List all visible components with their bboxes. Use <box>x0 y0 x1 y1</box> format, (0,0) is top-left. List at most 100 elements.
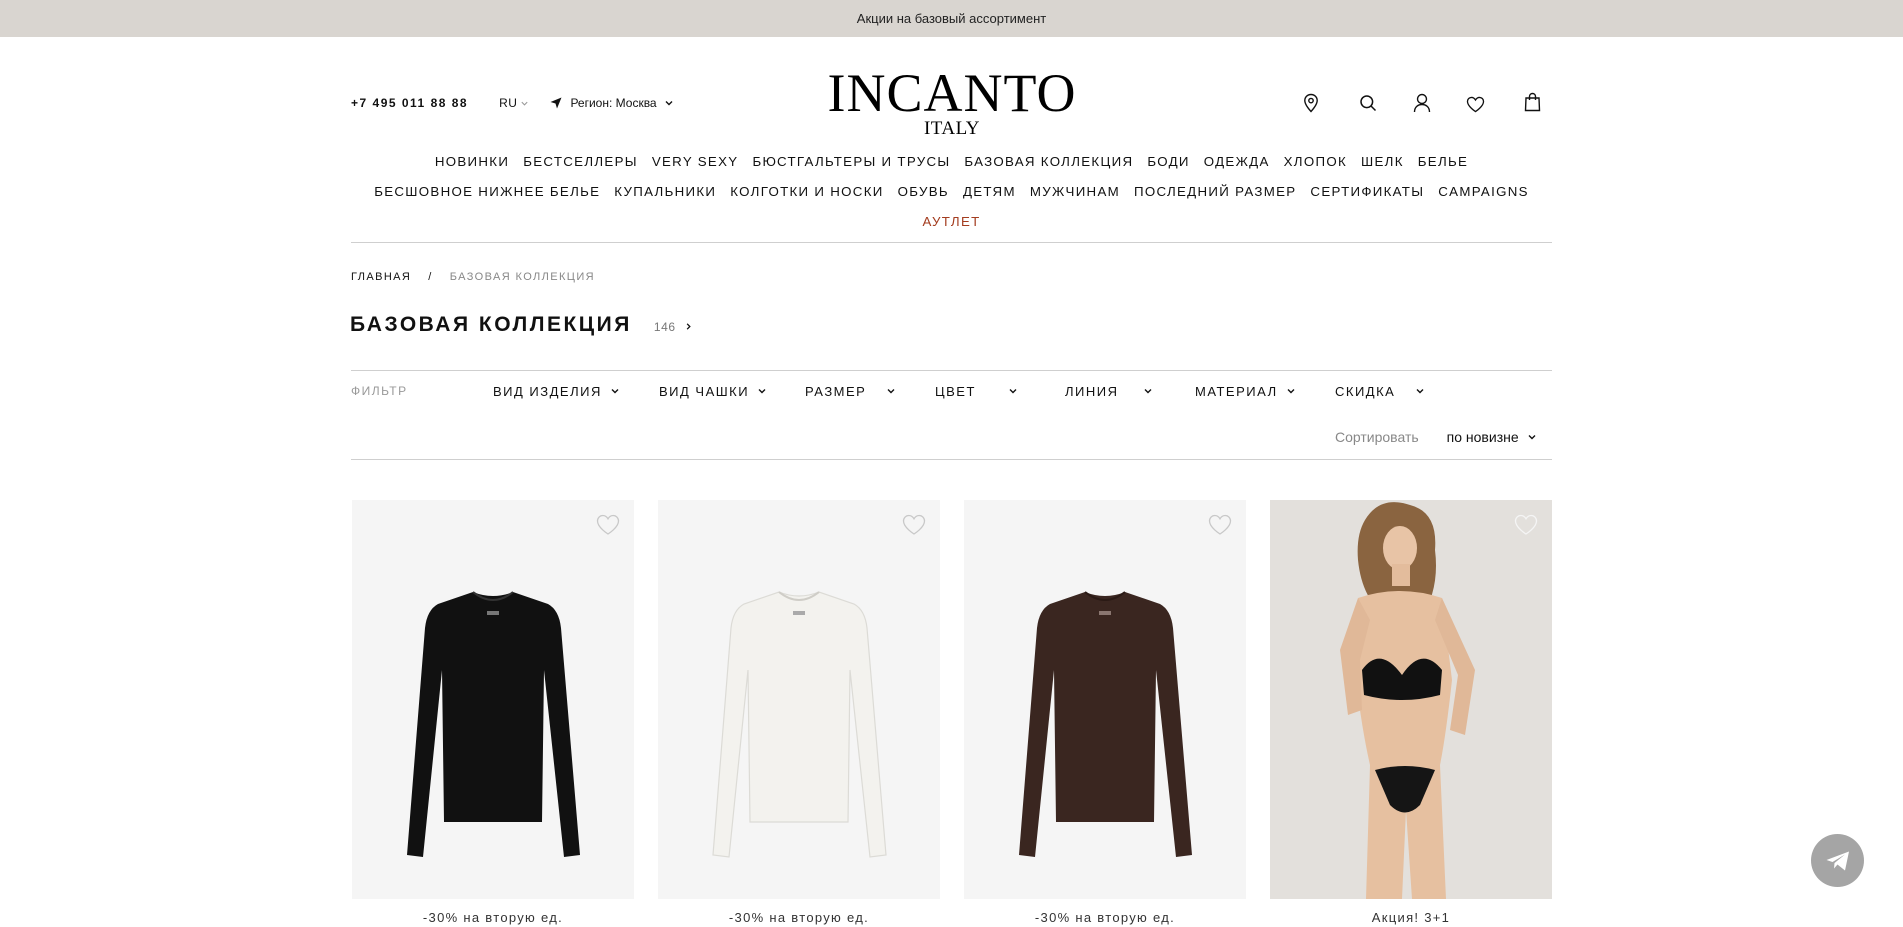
breadcrumb-home[interactable]: ГЛАВНАЯ <box>351 271 411 283</box>
product-card[interactable]: -30% на вторую ед. <box>964 500 1246 925</box>
filter-cup-type[interactable]: ВИД ЧАШКИ <box>659 384 767 399</box>
nav-item-silk[interactable]: ШЕЛК <box>1361 154 1404 169</box>
wishlist-heart-icon[interactable] <box>1514 514 1538 536</box>
model-photo-image <box>1270 500 1552 899</box>
nav-item-novinki[interactable]: НОВИНКИ <box>435 154 509 169</box>
page-title: БАЗОВАЯ КОЛЛЕКЦИЯ <box>350 313 632 336</box>
nav-item-campaigns[interactable]: CAMPAIGNS <box>1438 184 1529 199</box>
chevron-down-icon <box>758 389 766 394</box>
product-promo-label: Акция! 3+1 <box>1371 910 1451 925</box>
product-image[interactable] <box>658 500 940 899</box>
nav-item-bestsellers[interactable]: БЕСТСЕЛЛЕРЫ <box>523 154 638 169</box>
filter-discount[interactable]: СКИДКА <box>1335 384 1425 399</box>
telegram-chat-button[interactable] <box>1811 834 1864 887</box>
header-left: +7 495 011 88 88 RU Регион: Москва <box>351 96 674 110</box>
product-card[interactable]: Акция! 3+1 <box>1270 500 1552 925</box>
nav-item-bodysuits[interactable]: БОДИ <box>1147 154 1189 169</box>
filter-product-type[interactable]: ВИД ИЗДЕЛИЯ <box>493 384 620 399</box>
chevron-down-icon <box>1287 389 1295 394</box>
filter-size[interactable]: РАЗМЕР <box>805 384 896 399</box>
main-nav-row-2: БЕСШОВНОЕ НИЖНЕЕ БЕЛЬЕ КУПАЛЬНИКИ КОЛГОТ… <box>351 184 1552 199</box>
filter-bottom-divider <box>351 459 1552 460</box>
filter-label-text: СКИДКА <box>1335 383 1396 399</box>
nav-item-basic-collection[interactable]: БАЗОВАЯ КОЛЛЕКЦИЯ <box>964 154 1133 169</box>
logo-main-text: INCANTO <box>827 63 1077 123</box>
product-promo-label: -30% на вторую ед. <box>422 910 564 925</box>
filter-label-text: ВИД ЧАШКИ <box>659 383 750 399</box>
telegram-icon <box>1826 851 1849 870</box>
product-count: 146 <box>653 320 676 334</box>
filter-label-text: ВИД ИЗДЕЛИЯ <box>493 383 602 399</box>
breadcrumb: ГЛАВНАЯ / БАЗОВАЯ КОЛЛЕКЦИЯ <box>351 271 595 283</box>
nav-item-clothing[interactable]: ОДЕЖДА <box>1204 154 1270 169</box>
chevron-down-icon <box>665 101 673 106</box>
filter-label-text: МАТЕРИАЛ <box>1195 383 1278 399</box>
chevron-down-icon <box>1009 389 1017 394</box>
chevron-down-icon <box>1144 389 1151 394</box>
nav-item-certificates[interactable]: СЕРТИФИКАТЫ <box>1310 184 1424 199</box>
nav-item-cotton[interactable]: ХЛОПОК <box>1284 154 1347 169</box>
product-image[interactable] <box>964 500 1246 899</box>
main-nav-row-1: НОВИНКИ БЕСТСЕЛЛЕРЫ VERY SEXY БЮСТГАЛЬТЕ… <box>351 154 1552 169</box>
breadcrumb-separator: / <box>428 271 433 283</box>
filter-line[interactable]: ЛИНИЯ <box>1065 384 1153 399</box>
main-nav-row-3: АУТЛЕТ <box>351 214 1552 229</box>
filter-label-text: ЛИНИЯ <box>1065 383 1119 399</box>
sort-value: по новизне <box>1446 429 1519 445</box>
nav-item-bras-and-panties[interactable]: БЮСТГАЛЬТЕРЫ И ТРУСЫ <box>752 154 950 169</box>
search-icon[interactable] <box>1357 92 1379 114</box>
phone-link[interactable]: +7 495 011 88 88 <box>351 96 468 110</box>
wishlist-heart-icon[interactable] <box>1208 514 1232 536</box>
chevron-down-icon <box>521 101 529 106</box>
sort-label: Сортировать <box>1335 429 1419 445</box>
location-pin-icon[interactable] <box>1300 92 1322 114</box>
brand-logo[interactable]: INCANTO ITALY <box>827 66 1077 138</box>
filter-label: ФИЛЬТР <box>351 384 408 398</box>
language-selector[interactable]: RU <box>499 96 529 110</box>
nav-item-seamless[interactable]: БЕСШОВНОЕ НИЖНЕЕ БЕЛЬЕ <box>374 184 600 199</box>
page-title-block: БАЗОВАЯ КОЛЛЕКЦИЯ 146 <box>350 313 693 337</box>
promo-bar-text[interactable]: Акции на базовый ассортимент <box>857 11 1046 26</box>
product-image[interactable] <box>1270 500 1552 899</box>
promo-bar[interactable]: Акции на базовый ассортимент <box>0 0 1903 37</box>
product-promo-label: -30% на вторую ед. <box>1034 910 1176 925</box>
breadcrumb-current: БАЗОВАЯ КОЛЛЕКЦИЯ <box>449 271 595 283</box>
filter-color[interactable]: ЦВЕТ <box>935 384 1018 399</box>
chevron-down-icon <box>611 389 619 394</box>
filter-bar: ФИЛЬТР ВИД ИЗДЕЛИЯ ВИД ЧАШКИ РАЗМЕР ЦВЕТ… <box>351 384 1552 399</box>
top-garment-image <box>712 591 887 858</box>
wishlist-heart-icon[interactable] <box>902 514 926 536</box>
nav-item-outlet[interactable]: АУТЛЕТ <box>922 214 980 229</box>
heart-icon[interactable] <box>1464 93 1486 115</box>
filter-label-text: ЦВЕТ <box>935 383 976 399</box>
wishlist-heart-icon[interactable] <box>596 514 620 536</box>
region-selector[interactable]: Регион: Москва <box>549 96 673 110</box>
chevron-right-icon[interactable] <box>684 322 693 331</box>
language-label: RU <box>499 96 518 110</box>
nav-item-lingerie[interactable]: БЕЛЬЕ <box>1418 154 1468 169</box>
nav-item-shoes[interactable]: ОБУВЬ <box>898 184 949 199</box>
nav-item-kids[interactable]: ДЕТЯМ <box>963 184 1016 199</box>
sort-control: Сортировать по новизне <box>1335 429 1537 445</box>
nav-item-very-sexy[interactable]: VERY SEXY <box>652 154 739 169</box>
account-icon[interactable] <box>1411 92 1433 114</box>
header-divider <box>351 242 1552 243</box>
filter-top-divider <box>351 370 1552 371</box>
sort-dropdown[interactable]: по новизне <box>1447 429 1519 445</box>
product-image[interactable] <box>352 500 634 899</box>
product-card[interactable]: -30% на вторую ед. <box>658 500 940 925</box>
shopping-bag-icon[interactable] <box>1521 91 1543 113</box>
nav-item-men[interactable]: МУЖЧИНАМ <box>1030 184 1120 199</box>
top-garment-image <box>407 591 580 857</box>
chevron-down-icon <box>1416 389 1424 394</box>
product-card[interactable]: -30% на вторую ед. <box>352 500 634 925</box>
nav-item-swimwear[interactable]: КУПАЛЬНИКИ <box>614 184 716 199</box>
filter-material[interactable]: МАТЕРИАЛ <box>1195 384 1296 399</box>
region-label: Регион: Москва <box>570 96 657 110</box>
nav-item-tights-socks[interactable]: КОЛГОТКИ И НОСКИ <box>730 184 883 199</box>
navigation-arrow-icon <box>550 97 562 109</box>
nav-item-last-size[interactable]: ПОСЛЕДНИЙ РАЗМЕР <box>1134 184 1296 199</box>
filter-label-text: РАЗМЕР <box>805 383 867 399</box>
chevron-down-icon[interactable] <box>1527 432 1537 442</box>
product-promo-label: -30% на вторую ед. <box>728 910 870 925</box>
